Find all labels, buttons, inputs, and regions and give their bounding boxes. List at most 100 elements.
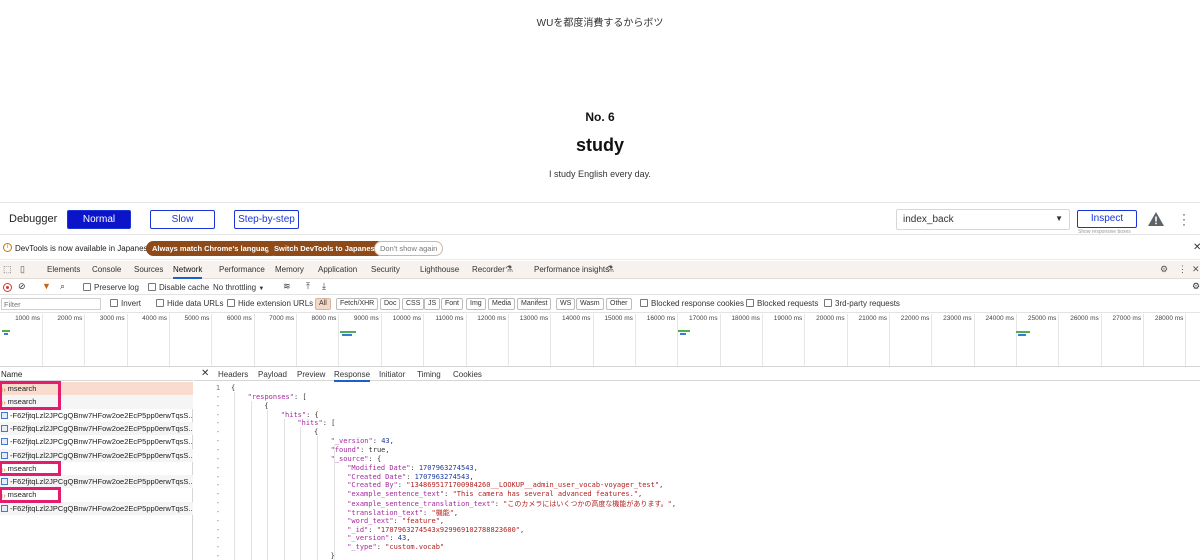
close-icon[interactable]: ✕: [1193, 242, 1200, 253]
element-select[interactable]: index_back ▼: [896, 209, 1070, 230]
type-filter-css[interactable]: CSS: [402, 298, 425, 310]
json-string: "このカメラにはいくつかの高度な機能があります。": [503, 500, 672, 509]
warning-icon[interactable]: [1147, 211, 1165, 227]
throttling-select[interactable]: No throttling ▼: [213, 283, 264, 292]
inspect-button[interactable]: Inspect: [1077, 210, 1137, 228]
json-key: "Created By": [347, 481, 398, 490]
blocked-requests-checkbox[interactable]: Blocked requests: [746, 299, 818, 308]
response-body[interactable]: 1 {- "responses": [- {- "hits": {- "hits": [-…: [194, 382, 1200, 560]
blocked-response-cookies-checkbox[interactable]: Blocked response cookies: [640, 299, 744, 308]
tab-console[interactable]: Console: [92, 265, 121, 274]
type-filter-ws[interactable]: WS: [556, 298, 576, 310]
request-row[interactable]: -F62fjtqLzl2JPCgQBnw7HFow2oe2EcP5pp0erwT…: [0, 501, 193, 515]
type-filter-other[interactable]: Other: [606, 298, 632, 310]
json-number: 1707963274543: [414, 472, 470, 481]
request-row[interactable]: -F62fjtqLzl2JPCgQBnw7HFow2oe2EcP5pp0erwT…: [0, 448, 193, 462]
blocked-response-cookies-label: Blocked response cookies: [651, 299, 744, 308]
device-toolbar-icon[interactable]: ▯: [20, 264, 25, 275]
json-key: "_type": [347, 543, 377, 552]
preserve-log-checkbox[interactable]: Preserve log: [83, 283, 139, 292]
page-tagline: WUを都度消費するからボツ: [536, 18, 664, 29]
code-line: "found": true,: [331, 446, 390, 454]
line-number: -: [215, 499, 221, 508]
filter-input[interactable]: [1, 298, 101, 310]
timeline-tick-label: 2: [1184, 315, 1200, 322]
type-filter-img[interactable]: Img: [466, 298, 486, 310]
detail-tab-headers[interactable]: Headers: [218, 370, 248, 379]
tab-lighthouse[interactable]: Lighthouse: [420, 265, 459, 274]
tab-performance-insights[interactable]: Performance insights: [534, 265, 609, 274]
notice-message: DevTools is now available in Japanese!: [15, 244, 155, 253]
type-filter-fetch-xhr[interactable]: Fetch/XHR: [336, 298, 379, 310]
clear-icon[interactable]: ⊘: [18, 281, 26, 292]
request-row[interactable]: -F62fjtqLzl2JPCgQBnw7HFow2oe2EcP5pp0erwT…: [0, 435, 193, 448]
type-filter-doc[interactable]: Doc: [380, 298, 401, 310]
network-timeline[interactable]: 1000 ms 2000 ms 3000 ms 4000 ms 5000 ms 6000 …: [0, 314, 1200, 367]
request-row[interactable]: -F62fjtqLzl2JPCgQBnw7HFow2oe2EcP5pp0erwT…: [0, 409, 193, 422]
hide-extension-urls-checkbox[interactable]: Hide extension URLs: [227, 299, 313, 308]
json-key: "_version": [347, 534, 390, 543]
network-toolbar: ⊘ ▼ ⌕ Preserve log Disable cache No thro…: [0, 280, 1200, 295]
more-options-icon[interactable]: · · ·: [1182, 208, 1186, 230]
type-filter-js[interactable]: JS: [424, 298, 441, 310]
invert-checkbox[interactable]: Invert: [110, 299, 141, 308]
switch-to-japanese-button[interactable]: Switch DevTools to Japanese: [268, 241, 385, 256]
request-row[interactable]: -F62fjtqLzl2JPCgQBnw7HFow2oe2EcP5pp0erwT…: [0, 421, 193, 436]
third-party-requests-checkbox[interactable]: 3rd-party requests: [824, 299, 900, 308]
normal-button[interactable]: Normal: [67, 210, 131, 229]
close-detail-icon[interactable]: ✕: [201, 368, 209, 379]
detail-tab-response[interactable]: Response: [334, 370, 371, 382]
tab-security[interactable]: Security: [371, 265, 400, 274]
json-punct: ,: [659, 481, 664, 490]
tab-recorder[interactable]: Recorder: [472, 265, 505, 274]
tab-application[interactable]: Application: [318, 265, 357, 274]
hide-data-urls-label: Hide data URLs: [167, 299, 224, 308]
type-filter-media[interactable]: Media: [488, 298, 516, 310]
export-icon[interactable]: ⤓: [322, 281, 326, 292]
gear-icon[interactable]: ⚙: [1160, 264, 1168, 275]
hide-data-urls-checkbox[interactable]: Hide data URLs: [156, 299, 223, 308]
request-row[interactable]: -F62fjtqLzl2JPCgQBnw7HFow2oe2EcP5pp0erwT…: [0, 475, 193, 489]
type-filter-all[interactable]: All: [315, 298, 331, 310]
json-key: "hits": [297, 419, 323, 428]
detail-tab-timing[interactable]: Timing: [417, 370, 441, 379]
network-conditions-icon[interactable]: ≋: [283, 281, 291, 292]
disable-cache-checkbox[interactable]: Disable cache: [148, 283, 209, 292]
slow-button[interactable]: Slow: [150, 210, 215, 229]
type-filter-manifest[interactable]: Manifest: [517, 298, 552, 310]
step-by-step-button[interactable]: Step-by-step: [234, 210, 299, 229]
indent-guide: [333, 445, 335, 560]
detail-tab-initiator[interactable]: Initiator: [379, 370, 405, 379]
timeline-tick-label: 12000 ms: [477, 315, 506, 322]
flask-icon: ⚗: [606, 264, 615, 274]
timeline-tick-label: 14000 ms: [562, 315, 591, 322]
detail-tab-payload[interactable]: Payload: [258, 370, 287, 379]
search-icon[interactable]: ⌕: [60, 281, 65, 292]
type-filter-font[interactable]: Font: [441, 298, 464, 310]
more-options-icon[interactable]: ⋮: [1178, 264, 1187, 275]
inspect-element-icon[interactable]: ⬚: [3, 264, 12, 275]
detail-tab-cookies[interactable]: Cookies: [453, 370, 482, 379]
tab-performance[interactable]: Performance: [219, 265, 265, 274]
type-filter-wasm[interactable]: Wasm: [576, 298, 604, 310]
tab-elements[interactable]: Elements: [47, 265, 80, 274]
tab-network[interactable]: Network: [173, 265, 203, 279]
code-line: "_source": {: [331, 455, 382, 463]
timeline-tick-label: 5000 ms: [184, 315, 210, 322]
line-number: -: [215, 481, 221, 490]
request-name: -F62fjtqLzl2JPCgQBnw7HFow2oe2EcP5pp0erwT…: [10, 477, 193, 487]
caret-down-icon: ▼: [258, 286, 265, 292]
json-punct: [: [298, 392, 307, 401]
tab-memory[interactable]: Memory: [275, 265, 304, 274]
settings-icon[interactable]: ⚙: [1192, 281, 1200, 292]
always-match-language-button[interactable]: Always match Chrome's language: [146, 241, 280, 256]
card-sentence: I study English every day.: [549, 169, 651, 179]
tab-sources[interactable]: Sources: [134, 265, 163, 274]
import-icon[interactable]: ⤒: [306, 281, 310, 292]
filter-icon[interactable]: ▼: [42, 281, 51, 291]
dont-show-again-button[interactable]: Don't show again: [374, 241, 444, 256]
detail-tab-preview[interactable]: Preview: [297, 370, 325, 379]
record-icon[interactable]: [3, 283, 12, 292]
close-icon[interactable]: ✕: [1192, 264, 1200, 275]
name-column-header[interactable]: Name: [0, 367, 193, 381]
